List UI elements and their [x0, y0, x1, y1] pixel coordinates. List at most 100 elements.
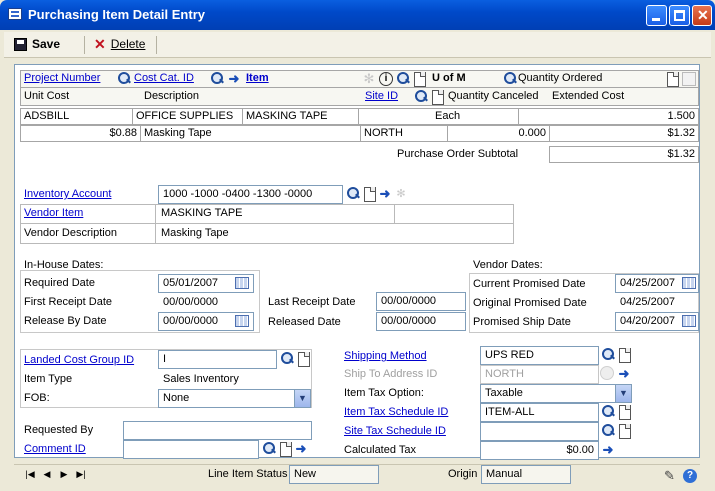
site-tax-schedule-id-label[interactable]: Site Tax Schedule ID: [344, 423, 446, 440]
info-icon[interactable]: i: [379, 72, 393, 86]
fob-label: FOB:: [24, 392, 50, 404]
delete-button[interactable]: ✕ Delete: [94, 37, 145, 51]
previous-record-button[interactable]: ◀: [41, 467, 53, 481]
save-label: Save: [32, 37, 61, 51]
inventory-account-lookup-icon[interactable]: [345, 186, 361, 202]
next-record-button[interactable]: ▶: [58, 467, 70, 481]
item-tax-option-select[interactable]: Taxable: [480, 384, 632, 403]
row1-cost-cat-id[interactable]: OFFICE SUPPLIES: [132, 108, 243, 125]
cost-cat-id-header[interactable]: Cost Cat. ID: [134, 70, 194, 87]
grid-note-icon[interactable]: [664, 71, 680, 87]
original-promised-date-label: Original Promised Date: [473, 297, 587, 309]
inventory-account-field[interactable]: 1000 -1000 -0400 -1300 -0000: [158, 185, 343, 204]
row1-project-number[interactable]: ADSBILL: [20, 108, 133, 125]
released-date-value: 00/00/0000: [376, 312, 466, 331]
vendor-description-label: Vendor Description: [24, 227, 117, 239]
project-lookup-icon[interactable]: [116, 71, 132, 87]
inventory-account-label[interactable]: Inventory Account: [24, 186, 111, 203]
item-type-label: Item Type: [24, 373, 73, 385]
fob-dropdown-icon[interactable]: ▼: [294, 390, 310, 407]
site-id-header[interactable]: Site ID: [365, 88, 398, 105]
calculated-tax-value: $0.00: [480, 441, 599, 460]
save-button[interactable]: Save: [14, 37, 60, 51]
row2-unit-cost[interactable]: $0.88: [20, 125, 141, 142]
delete-label: Delete: [110, 37, 146, 51]
item-new-document-icon[interactable]: [411, 71, 427, 87]
toolbar-separator: [84, 36, 85, 54]
item-tax-schedule-new-icon[interactable]: [616, 404, 632, 420]
project-number-header[interactable]: Project Number: [24, 70, 100, 87]
item-header[interactable]: Item: [246, 70, 269, 87]
inventory-account-new-icon[interactable]: [361, 186, 377, 202]
comment-id-label[interactable]: Comment ID: [24, 441, 86, 458]
ship-to-address-expand-arrow-icon[interactable]: ➜: [616, 366, 632, 382]
site-lookup-icon[interactable]: [413, 89, 429, 105]
row1-u-of-m[interactable]: Each: [358, 108, 519, 125]
shipping-method-field[interactable]: UPS RED: [480, 346, 599, 365]
item-lookup-icon[interactable]: [395, 71, 411, 87]
fob-select[interactable]: None: [158, 389, 311, 408]
minimize-button[interactable]: [646, 5, 667, 26]
site-new-document-icon[interactable]: [429, 89, 445, 105]
item-tax-schedule-id-label[interactable]: Item Tax Schedule ID: [344, 404, 448, 421]
site-tax-schedule-new-icon[interactable]: [616, 423, 632, 439]
row2-description[interactable]: Masking Tape: [140, 125, 361, 142]
note-icon[interactable]: ✎: [664, 469, 680, 485]
cost-cat-lookup-icon[interactable]: [209, 71, 225, 87]
purchasing-item-detail-window: Purchasing Item Detail Entry ✕ Save ✕ De…: [0, 0, 715, 491]
unit-cost-header: Unit Cost: [24, 90, 70, 102]
promised-ship-date-calendar-icon[interactable]: [682, 315, 698, 331]
site-tax-schedule-id-field[interactable]: [480, 422, 599, 441]
extended-cost-header: Extended Cost: [552, 90, 625, 102]
item-tax-schedule-id-field[interactable]: ITEM-ALL: [480, 403, 599, 422]
row1-item[interactable]: MASKING TAPE: [242, 108, 359, 125]
current-promised-date-calendar-icon[interactable]: [682, 277, 698, 293]
item-expand-arrow-icon[interactable]: ➜: [226, 71, 242, 87]
requested-by-field[interactable]: [123, 421, 312, 440]
inventory-account-expand-arrow-icon[interactable]: ➜: [377, 186, 393, 202]
window-app-icon: [8, 8, 22, 20]
released-date-label: Released Date: [268, 316, 341, 328]
requested-by-label: Requested By: [24, 424, 94, 436]
close-icon: ✕: [697, 7, 709, 23]
row2-site-id[interactable]: NORTH: [360, 125, 448, 142]
ship-to-address-id-label: Ship To Address ID: [344, 368, 438, 380]
u-of-m-lookup-icon[interactable]: [502, 71, 518, 87]
calculated-tax-label: Calculated Tax: [344, 444, 416, 456]
item-settings-icon[interactable]: ✻: [361, 71, 377, 87]
original-promised-date-value: 04/25/2007: [620, 296, 676, 308]
comment-lookup-icon[interactable]: [261, 441, 277, 457]
origin-value: Manual: [481, 465, 571, 484]
row2-quantity-canceled[interactable]: 0.000: [447, 125, 550, 142]
comment-expand-arrow-icon[interactable]: ➜: [293, 441, 309, 457]
promised-ship-date-label: Promised Ship Date: [473, 316, 571, 328]
maximize-button[interactable]: [669, 5, 690, 26]
in-house-dates-box: [20, 270, 260, 333]
row1-quantity-ordered[interactable]: 1.500: [518, 108, 699, 125]
quantity-ordered-header: Quantity Ordered: [518, 72, 603, 84]
grid-expand-button[interactable]: [682, 72, 696, 86]
shipping-method-lookup-icon[interactable]: [600, 347, 616, 363]
shipping-method-new-icon[interactable]: [616, 347, 632, 363]
last-receipt-date-label: Last Receipt Date: [268, 296, 356, 308]
last-record-button[interactable]: ▶|: [75, 467, 87, 481]
line-item-status-label: Line Item Status: [208, 468, 288, 480]
item-tax-schedule-lookup-icon[interactable]: [600, 404, 616, 420]
subtotal-value: $1.32: [549, 146, 699, 163]
site-tax-schedule-lookup-icon[interactable]: [600, 423, 616, 439]
calculated-tax-expand-arrow-icon[interactable]: ➜: [600, 442, 616, 458]
current-promised-date-label: Current Promised Date: [473, 278, 586, 290]
vendor-item-label[interactable]: Vendor Item: [24, 205, 83, 222]
comment-id-field[interactable]: [123, 440, 259, 459]
row2-extended-cost[interactable]: $1.32: [549, 125, 699, 142]
item-tax-option-dropdown-icon[interactable]: ▼: [615, 385, 631, 402]
close-button[interactable]: ✕: [692, 5, 712, 26]
help-icon[interactable]: ?: [683, 469, 697, 483]
inventory-account-settings-icon[interactable]: ✻: [393, 186, 409, 202]
vendor-item-row: [20, 204, 514, 224]
first-record-button[interactable]: |◀: [24, 467, 36, 481]
ship-to-address-lookup-icon: [600, 366, 614, 380]
comment-new-icon[interactable]: [277, 441, 293, 457]
toolbar-separator: [156, 36, 157, 54]
shipping-method-label[interactable]: Shipping Method: [344, 348, 427, 365]
